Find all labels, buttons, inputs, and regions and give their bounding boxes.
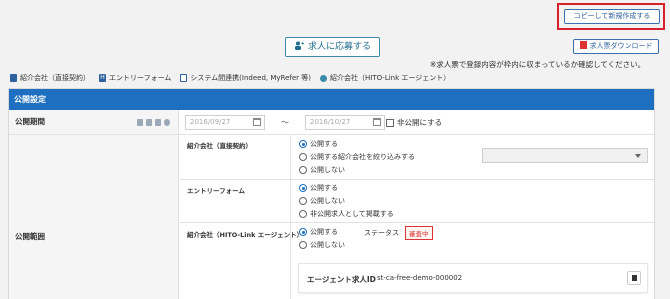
status-badge: 審査中: [405, 226, 433, 240]
section-hito-link-label: 紹介会社（HITO-Link エージェント）: [187, 231, 304, 239]
radio-button[interactable]: [299, 197, 307, 205]
section-entry-form-label: エントリーフォーム: [187, 187, 245, 195]
radio-entry-unlisted[interactable]: 非公開求人として掲載する: [299, 209, 394, 219]
radio-direct-private[interactable]: 公開しない: [299, 165, 345, 175]
radio-button[interactable]: [299, 153, 307, 161]
pdf-icon: [579, 41, 587, 49]
legend-item: システム間連携(Indeed, MyRefer 等): [180, 73, 311, 83]
link-icon: [180, 74, 188, 82]
radio-direct-filter[interactable]: 公開する紹介会社を絞り込みする: [299, 152, 415, 162]
date-range-separator: 〜: [281, 118, 289, 127]
section-direct-agency-label: 紹介会社（直接契約）: [187, 142, 252, 150]
apply-button-label: 求人に応募する: [307, 42, 371, 52]
building-icon: [137, 119, 143, 126]
radio-button[interactable]: [299, 140, 307, 148]
building-icon: [10, 74, 17, 82]
scope-label: 公開範囲: [9, 135, 179, 299]
radio-button[interactable]: [299, 210, 307, 218]
radio-button[interactable]: [299, 241, 307, 249]
radio-entry-publish[interactable]: 公開する: [299, 183, 338, 193]
h-icon: [146, 119, 152, 126]
radio-hito-private[interactable]: 公開しない: [299, 240, 345, 250]
period-channel-icons: [137, 119, 170, 126]
legend: 紹介会社（直接契約） H エントリーフォーム システム間連携(Indeed, My…: [10, 73, 450, 83]
link-icon: [155, 119, 161, 126]
publish-settings-panel: 公開設定 公開期間 2016/09/27 〜 2016/10/27 非公開にする…: [8, 88, 656, 299]
panel-title: 公開設定: [9, 89, 654, 110]
radio-button[interactable]: [299, 184, 307, 192]
agent-id-label: エージェント求人ID: [307, 275, 376, 284]
private-checkbox[interactable]: 非公開にする: [386, 117, 442, 128]
note-text: ※求人票で登録内容が枠内に収まっているか確認してください。: [430, 60, 646, 69]
radio-button[interactable]: [299, 228, 307, 236]
radio-entry-private[interactable]: 公開しない: [299, 196, 345, 206]
h-icon: H: [99, 74, 106, 82]
legend-item: 紹介会社（HITO-Link エージェント）: [320, 73, 450, 83]
person-icon: [164, 119, 170, 126]
legend-item: 紹介会社（直接契約）: [10, 73, 90, 83]
end-date-input[interactable]: 2016/10/27: [305, 115, 385, 130]
person-icon: [320, 74, 327, 82]
apply-button[interactable]: 求人に応募する: [285, 37, 380, 57]
calendar-icon[interactable]: [253, 118, 261, 126]
download-button[interactable]: 求人票ダウンロード: [573, 39, 659, 54]
start-date-input[interactable]: 2016/09/27: [185, 115, 265, 130]
agent-id-box: エージェント求人ID st-ca-free-demo-000002: [298, 263, 648, 293]
radio-hito-publish[interactable]: 公開する: [299, 227, 338, 237]
add-person-icon: [294, 41, 304, 50]
status-label: ステータス: [364, 229, 399, 237]
legend-item: H エントリーフォーム: [99, 74, 172, 82]
copy-create-button[interactable]: コピーして新規作成する: [564, 9, 660, 24]
radio-button[interactable]: [299, 166, 307, 174]
checkbox[interactable]: [386, 118, 394, 127]
copy-button-highlight: コピーして新規作成する: [557, 3, 665, 30]
copy-icon[interactable]: [627, 271, 641, 285]
radio-direct-publish[interactable]: 公開する: [299, 139, 338, 149]
agent-id-value: st-ca-free-demo-000002: [377, 274, 463, 282]
chevron-down-icon: [635, 154, 641, 158]
download-button-label: 求人票ダウンロード: [589, 42, 653, 50]
agency-filter-select[interactable]: [482, 148, 648, 163]
calendar-icon[interactable]: [373, 118, 381, 126]
